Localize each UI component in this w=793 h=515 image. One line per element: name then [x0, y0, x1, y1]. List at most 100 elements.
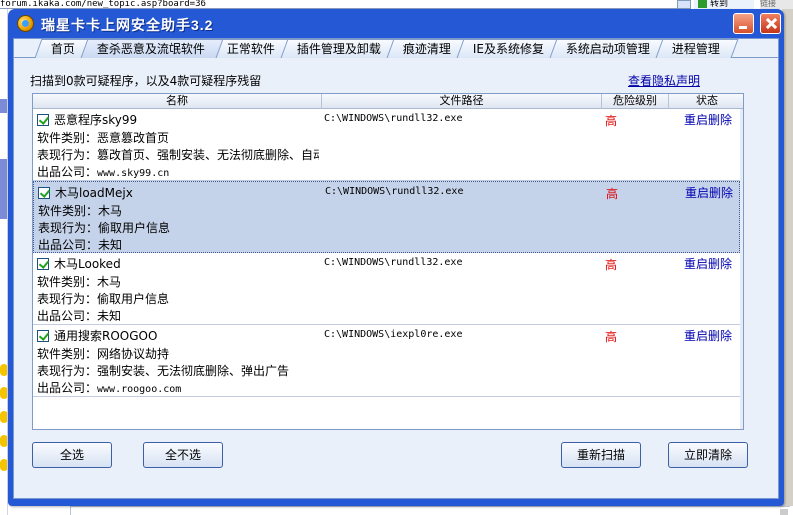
list-header: 名称 文件路径 危险级别 状态 — [33, 94, 743, 109]
category-label: 软件类别： — [37, 347, 98, 361]
tab-label: 正常软件 — [226, 42, 275, 56]
item-category: 软件类别：木马 — [38, 202, 320, 219]
list-item[interactable]: 木马loadMejx C:\WINDOWS\rundll32.exe 高 重启删… — [33, 181, 740, 253]
background-page-left — [0, 9, 8, 515]
company-label: 出品公司： — [37, 381, 98, 395]
tab-label: 插件管理及卸载 — [296, 42, 381, 56]
item-action-link[interactable]: 重启删除 — [684, 327, 732, 344]
item-category: 软件类别：网络协议劫持 — [37, 345, 319, 362]
item-path: C:\WINDOWS\iexpl0re.exe — [324, 329, 463, 340]
column-header-name[interactable]: 名称 — [33, 94, 322, 109]
links-label: 链接 — [760, 0, 776, 8]
emoji-icon — [0, 459, 7, 471]
item-name: 通用搜索ROOGOO — [54, 329, 158, 343]
tab-plugin-manager[interactable]: 插件管理及卸载 — [280, 39, 400, 58]
clean-now-button[interactable]: 立即清除 — [668, 442, 748, 468]
column-header-risk[interactable]: 危险级别 — [602, 94, 669, 109]
tab-scan-malware[interactable]: 查杀恶意及流氓软件 — [80, 39, 224, 58]
background-page-bottom — [70, 506, 790, 515]
tab-label: 首页 — [50, 42, 75, 56]
list-item[interactable]: 通用搜索ROOGOO C:\WINDOWS\iexpl0re.exe 高 重启删… — [33, 325, 740, 397]
item-risk-level: 高 — [605, 330, 618, 344]
item-checkbox[interactable] — [37, 258, 49, 270]
category-label: 软件类别： — [37, 131, 98, 145]
item-risk-level: 高 — [605, 114, 618, 128]
behavior-label: 表现行为： — [37, 292, 98, 306]
deselect-all-button[interactable]: 全不选 — [143, 442, 223, 468]
category-value: 网络协议劫持 — [97, 347, 170, 361]
tab-label: 进程管理 — [672, 42, 721, 56]
browser-address-bar[interactable]: forum.ikaka.com/new_topic.asp?board=36 — [0, 0, 690, 9]
scrollbar-arrow-icon[interactable] — [780, 509, 788, 515]
emoji-icon — [0, 435, 7, 447]
rescan-button[interactable]: 重新扫描 — [561, 442, 641, 468]
tab-label: 查杀恶意及流氓软件 — [96, 42, 205, 56]
tab-label: 系统启动项管理 — [566, 42, 651, 56]
minimize-button[interactable] — [733, 13, 754, 34]
item-category: 软件类别：木马 — [37, 273, 319, 290]
item-behavior: 表现行为：强制安装、无法彻底删除、弹出广告 — [37, 362, 319, 379]
item-action-link[interactable]: 重启删除 — [685, 184, 733, 201]
select-all-button[interactable]: 全选 — [32, 442, 112, 468]
app-logo-icon — [17, 15, 34, 32]
behavior-label: 表现行为： — [37, 364, 98, 378]
column-header-status[interactable]: 状态 — [669, 94, 743, 109]
item-behavior: 表现行为：篡改首页、强制安装、无法彻底删除、自动 — [37, 146, 319, 163]
category-value: 木马 — [97, 275, 122, 289]
category-value: 恶意篡改首页 — [97, 131, 170, 145]
company-value: www.roogoo.com — [97, 384, 182, 395]
item-company: 出品公司：未知 — [38, 236, 320, 253]
company-label: 出品公司： — [38, 238, 99, 252]
emoji-icon — [0, 387, 7, 399]
company-value: 未知 — [97, 309, 122, 323]
column-header-path[interactable]: 文件路径 — [322, 94, 602, 109]
browser-go-button[interactable]: 转到 — [694, 0, 754, 9]
item-name: 木马Looked — [54, 257, 121, 271]
behavior-value: 篡改首页、强制安装、无法彻底删除、自动 — [97, 148, 319, 162]
behavior-value: 强制安装、无法彻底删除、弹出广告 — [97, 364, 290, 378]
item-path: C:\WINDOWS\rundll32.exe — [324, 113, 463, 124]
item-action-link[interactable]: 重启删除 — [684, 255, 732, 272]
threat-list[interactable]: 名称 文件路径 危险级别 状态 恶意程序sky99 C:\WINDOWS\run… — [32, 93, 744, 430]
item-name: 木马loadMejx — [55, 186, 133, 200]
item-name: 恶意程序sky99 — [54, 113, 138, 127]
background-band — [0, 159, 7, 219]
address-dropdown-icon[interactable] — [677, 0, 691, 9]
list-scrollbar[interactable] — [740, 109, 743, 429]
tab-label: 痕迹清理 — [402, 42, 451, 56]
background-band — [0, 99, 7, 113]
browser-url-text: forum.ikaka.com/new_topic.asp?board=36 — [0, 0, 206, 9]
privacy-statement-link[interactable]: 查看隐私声明 — [628, 72, 700, 89]
item-company: 出品公司：www.roogoo.com — [37, 379, 319, 396]
list-item[interactable]: 恶意程序sky99 C:\WINDOWS\rundll32.exe 高 重启删除… — [33, 109, 740, 181]
browser-links-bar: 链接 — [760, 0, 793, 9]
category-label: 软件类别： — [37, 275, 98, 289]
item-company: 出品公司：未知 — [37, 307, 319, 324]
item-checkbox[interactable] — [37, 330, 49, 342]
category-value: 木马 — [98, 204, 123, 218]
tab-ie-repair[interactable]: IE及系统修复 — [456, 39, 563, 58]
list-item[interactable]: 木马Looked C:\WINDOWS\rundll32.exe 高 重启删除 … — [33, 253, 740, 325]
item-category: 软件类别：恶意篡改首页 — [37, 129, 319, 146]
item-checkbox[interactable] — [38, 187, 50, 199]
category-label: 软件类别： — [38, 204, 99, 218]
behavior-label: 表现行为： — [38, 221, 99, 235]
behavior-value: 偷取用户信息 — [98, 221, 171, 235]
tab-label: IE及系统修复 — [472, 42, 545, 56]
emoji-icon — [0, 411, 7, 423]
item-path: C:\WINDOWS\rundll32.exe — [324, 257, 463, 268]
company-value: 未知 — [98, 238, 123, 252]
tab-process-manager[interactable]: 进程管理 — [655, 39, 739, 58]
item-path: C:\WINDOWS\rundll32.exe — [325, 186, 464, 197]
title-bar[interactable]: 瑞星卡卡上网安全助手3.2 — [13, 9, 781, 38]
item-checkbox[interactable] — [37, 114, 49, 126]
item-action-link[interactable]: 重启删除 — [684, 111, 732, 128]
item-risk-level: 高 — [605, 258, 618, 272]
go-arrow-icon — [698, 0, 707, 8]
item-behavior: 表现行为：偷取用户信息 — [37, 290, 319, 307]
close-button[interactable] — [760, 13, 781, 34]
tab-startup-manager[interactable]: 系统启动项管理 — [549, 39, 669, 58]
behavior-value: 偷取用户信息 — [97, 292, 170, 306]
client-area: 首页 查杀恶意及流氓软件 正常软件 插件管理及卸载 痕迹清理 IE及系统修复 系… — [13, 38, 779, 499]
item-company: 出品公司：www.sky99.cn — [37, 163, 319, 180]
